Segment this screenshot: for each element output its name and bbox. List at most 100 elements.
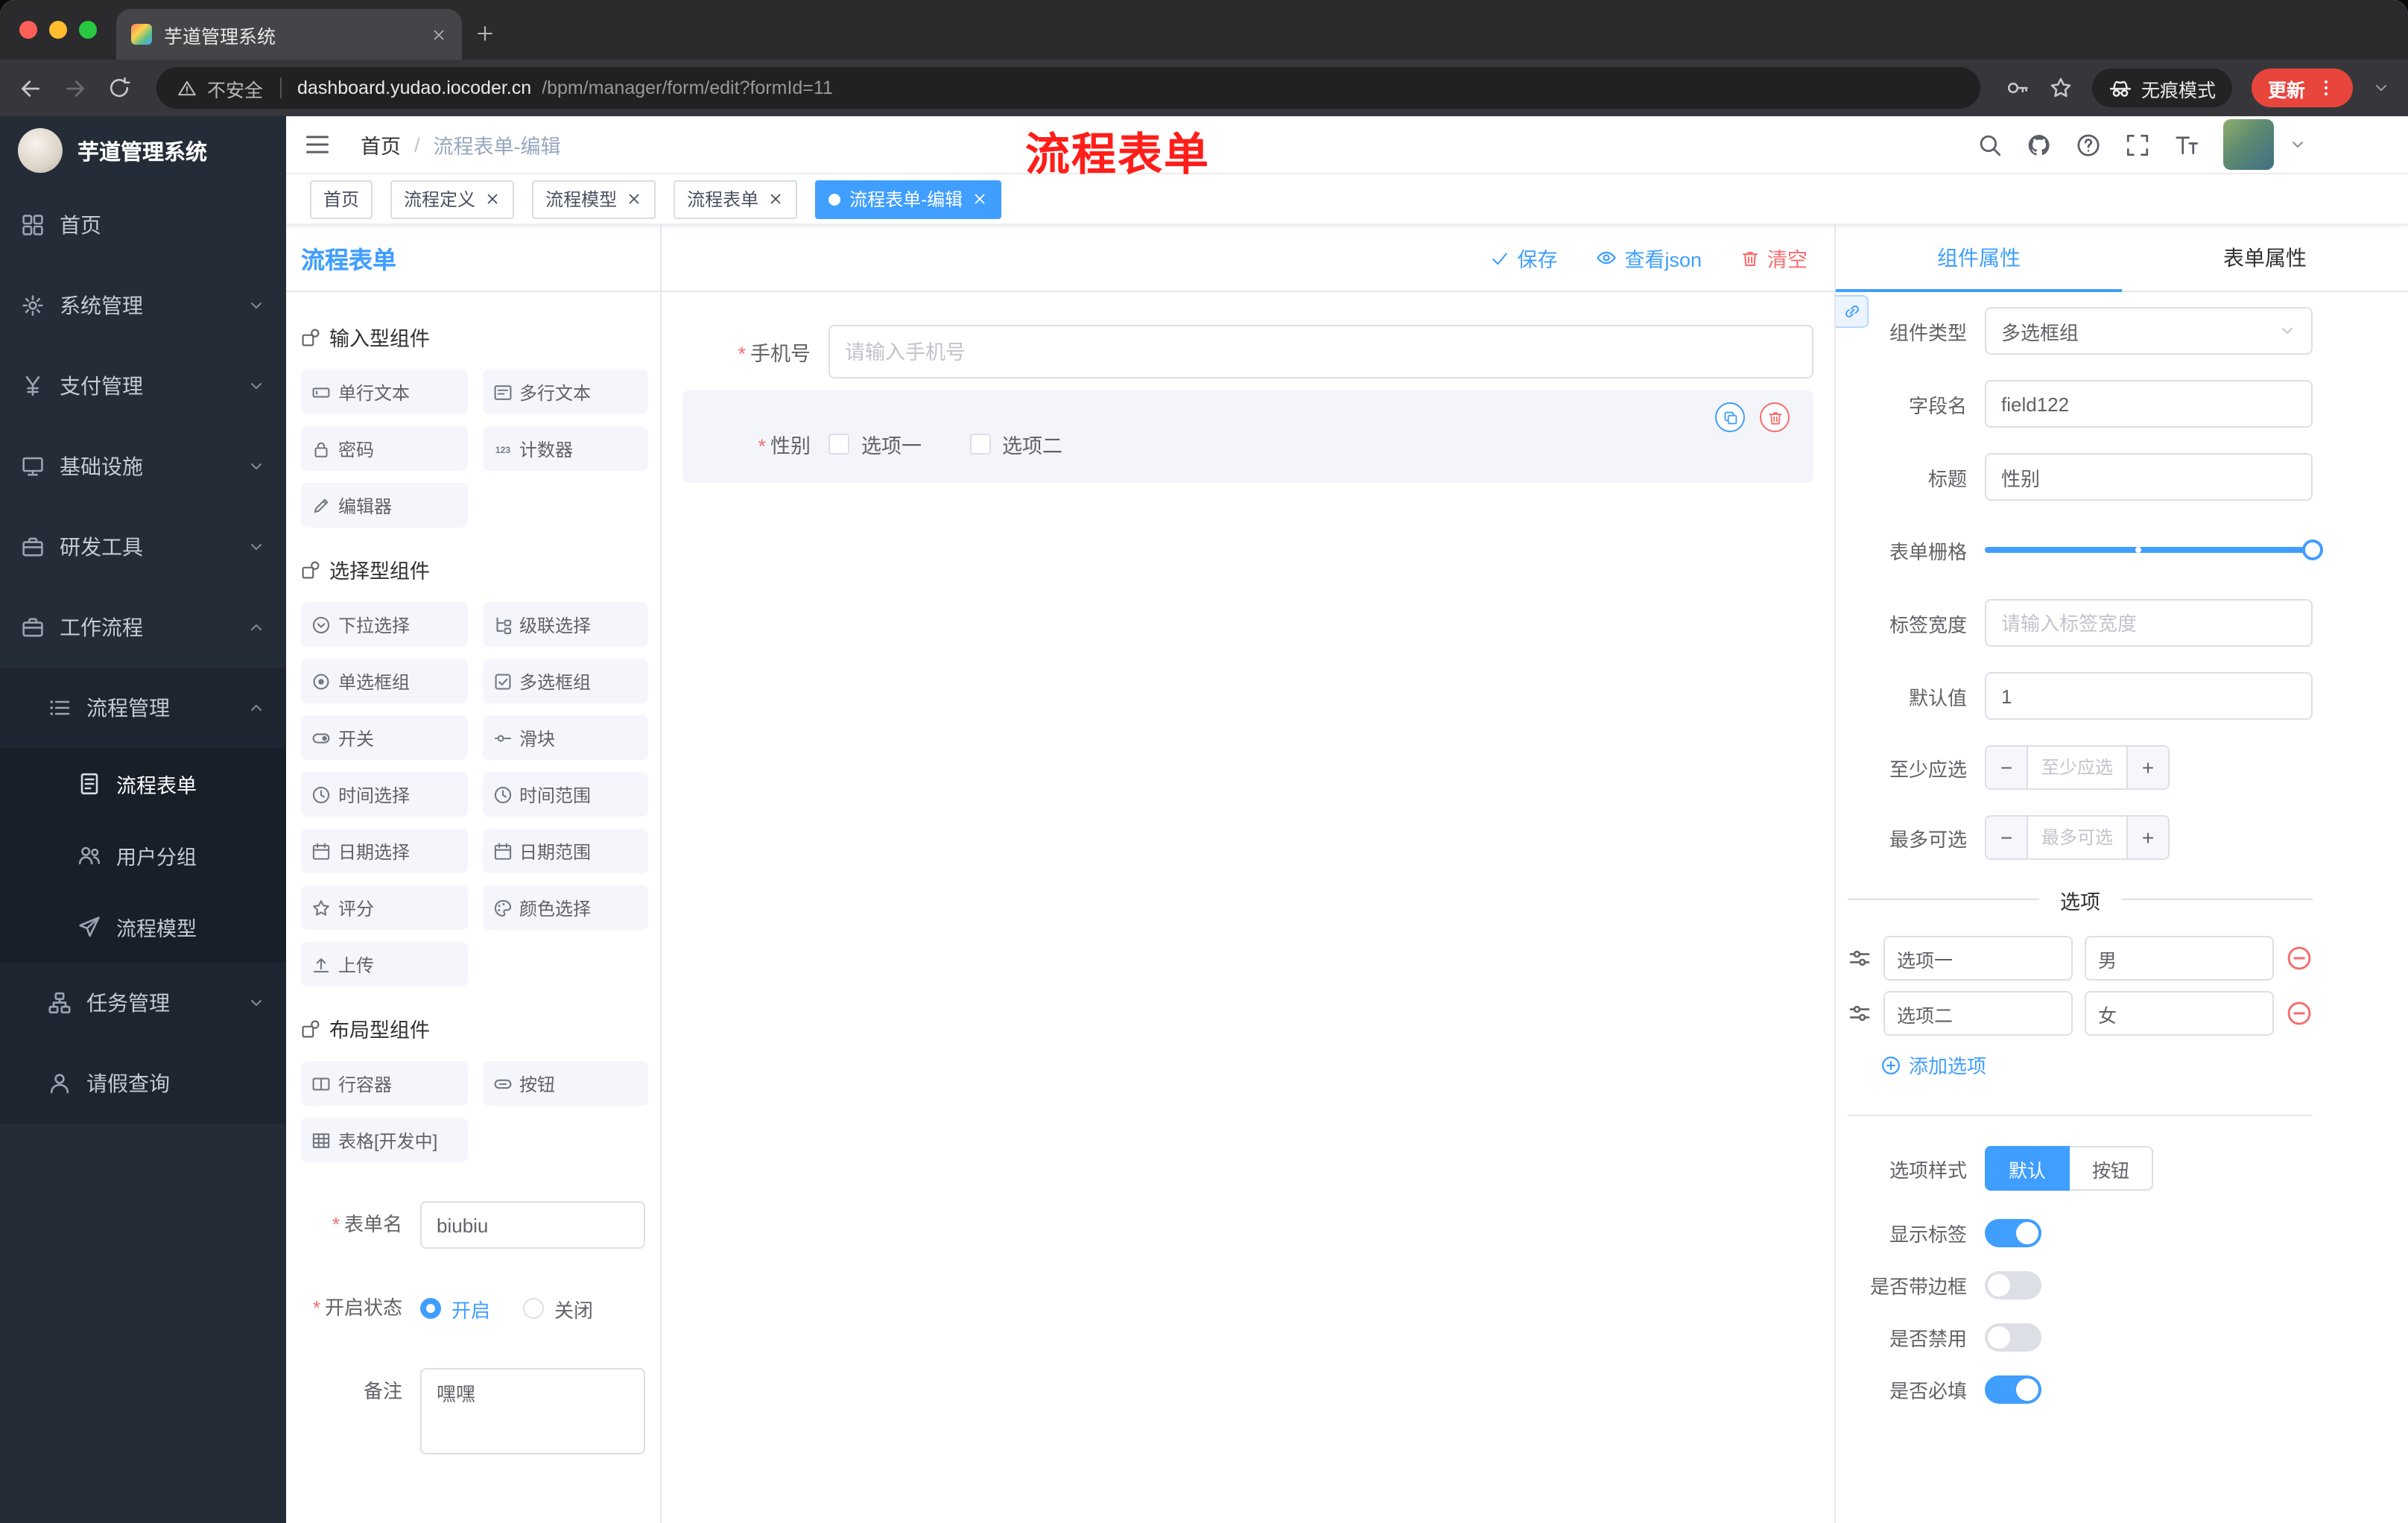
- sidebar-item-task-management[interactable]: 任务管理: [0, 963, 286, 1043]
- tab-form-props[interactable]: 表单属性: [2122, 225, 2408, 291]
- avatar-chevron-icon[interactable]: [2289, 136, 2307, 153]
- form-status-radio-on[interactable]: 开启: [420, 1294, 490, 1323]
- increase-button[interactable]: +: [2126, 747, 2168, 788]
- option-label-input[interactable]: [1883, 991, 2073, 1036]
- sidebar-logo[interactable]: 芋道管理系统: [0, 116, 286, 185]
- gender-widget[interactable]: 性别 选项一 选项二: [682, 390, 1813, 483]
- fullscreen-button[interactable]: [2125, 132, 2150, 157]
- address-bar[interactable]: 不安全 dashboard.yudao.iocoder.cn/bpm/manag…: [156, 67, 1980, 109]
- style-segment-button[interactable]: 按钮: [2070, 1146, 2154, 1191]
- sidebar-item-devtools[interactable]: 研发工具: [0, 507, 286, 587]
- back-button[interactable]: [18, 75, 43, 101]
- hamburger-button[interactable]: [304, 131, 331, 158]
- add-option-button[interactable]: 添加选项: [1881, 1051, 2313, 1079]
- view-json-button[interactable]: 查看json: [1596, 243, 1702, 273]
- form-remark-textarea[interactable]: 嘿嘿: [420, 1368, 645, 1454]
- avatar[interactable]: [2223, 119, 2274, 170]
- sidebar-item-process-management[interactable]: 流程管理: [0, 668, 286, 748]
- max-select-input[interactable]: [2028, 817, 2126, 858]
- form-name-field[interactable]: [420, 1201, 645, 1249]
- palette-item-multi-text[interactable]: 多行文本: [482, 370, 648, 414]
- increase-button[interactable]: +: [2126, 817, 2168, 858]
- tag-close-icon[interactable]: [626, 191, 642, 207]
- tag-close-icon[interactable]: [767, 191, 784, 207]
- palette-item-time-range[interactable]: 时间范围: [482, 772, 648, 817]
- sidebar-item-home[interactable]: 首页: [0, 185, 286, 265]
- palette-item-cascader[interactable]: 级联选择: [482, 602, 648, 647]
- sidebar-item-process-form[interactable]: 流程表单: [0, 748, 286, 820]
- drag-handle-icon[interactable]: [1848, 946, 1872, 970]
- gender-option-1-checkbox[interactable]: 选项一: [828, 429, 922, 459]
- sidebar-item-workflow[interactable]: 工作流程: [0, 587, 286, 668]
- palette-item-single-text[interactable]: 单行文本: [301, 370, 467, 414]
- browser-tab[interactable]: 芋道管理系统: [116, 9, 462, 60]
- palette-item-checkbox-group[interactable]: 多选框组: [482, 659, 648, 703]
- option-value-input[interactable]: [2085, 936, 2274, 981]
- sidebar-item-payment[interactable]: 支付管理: [0, 346, 286, 426]
- palette-item-rate[interactable]: 评分: [301, 885, 467, 930]
- forward-button[interactable]: [63, 75, 88, 101]
- tab-close-icon[interactable]: [431, 26, 447, 42]
- gender-option-2-checkbox[interactable]: 选项二: [969, 429, 1062, 459]
- sidebar-item-infra[interactable]: 基础设施: [0, 426, 286, 507]
- min-select-input[interactable]: [2028, 747, 2126, 788]
- password-key-icon[interactable]: [2006, 76, 2030, 100]
- palette-item-row-container[interactable]: 行容器: [301, 1061, 467, 1106]
- palette-item-select[interactable]: 下拉选择: [301, 602, 467, 647]
- remove-option-button[interactable]: [2286, 945, 2313, 972]
- palette-item-color-picker[interactable]: 颜色选择: [482, 885, 648, 930]
- form-status-radio-off[interactable]: 关闭: [523, 1294, 593, 1323]
- tag-process-model[interactable]: 流程模型: [532, 180, 656, 218]
- delete-widget-button[interactable]: [1760, 402, 1790, 432]
- slider-track[interactable]: [1985, 539, 2323, 560]
- traffic-light-minimize[interactable]: [49, 21, 67, 39]
- component-type-select[interactable]: 多选框组: [1985, 307, 2313, 355]
- security-warning-icon[interactable]: [177, 78, 197, 98]
- form-grid-slider[interactable]: [1985, 526, 2323, 574]
- sidebar-item-process-model[interactable]: 流程模型: [0, 891, 286, 963]
- search-button[interactable]: [1977, 132, 2003, 157]
- decrease-button[interactable]: −: [1986, 747, 2028, 788]
- show-label-switch[interactable]: [1985, 1219, 2041, 1247]
- default-value-input[interactable]: [1985, 672, 2313, 720]
- tab-component-props[interactable]: 组件属性: [1836, 225, 2122, 292]
- border-switch[interactable]: [1985, 1271, 2041, 1299]
- palette-item-upload[interactable]: 上传: [301, 942, 467, 987]
- link-badge[interactable]: [1836, 295, 1869, 328]
- tag-close-icon[interactable]: [972, 191, 988, 207]
- decrease-button[interactable]: −: [1986, 817, 2028, 858]
- help-button[interactable]: [2076, 132, 2101, 157]
- drag-handle-icon[interactable]: [1848, 1001, 1872, 1025]
- tag-home[interactable]: 首页: [310, 180, 373, 218]
- palette-item-radio-group[interactable]: 单选框组: [301, 659, 467, 703]
- breadcrumb-home[interactable]: 首页: [361, 130, 401, 159]
- palette-item-time-picker[interactable]: 时间选择: [301, 772, 467, 817]
- update-button[interactable]: 更新: [2251, 69, 2353, 107]
- traffic-light-zoom[interactable]: [79, 21, 97, 39]
- palette-item-slider[interactable]: 滑块: [482, 715, 648, 760]
- palette-item-switch[interactable]: 开关: [301, 715, 467, 760]
- tag-close-icon[interactable]: [484, 191, 501, 207]
- sidebar-item-system[interactable]: 系统管理: [0, 265, 286, 346]
- phone-input[interactable]: [828, 325, 1813, 379]
- reload-button[interactable]: [107, 76, 131, 100]
- field-name-input[interactable]: [1985, 380, 2313, 428]
- sidebar-item-user-group[interactable]: 用户分组: [0, 820, 286, 891]
- palette-item-counter[interactable]: 计数器: [482, 426, 648, 471]
- palette-item-date-range[interactable]: 日期范围: [482, 829, 648, 873]
- font-size-button[interactable]: [2174, 132, 2199, 157]
- sidebar-item-leave-query[interactable]: 请假查询: [0, 1043, 286, 1124]
- github-button[interactable]: [2027, 132, 2052, 157]
- option-label-input[interactable]: [1883, 936, 2073, 981]
- slider-handle[interactable]: [2302, 539, 2323, 560]
- palette-item-editor[interactable]: 编辑器: [301, 483, 467, 528]
- palette-item-password[interactable]: 密码: [301, 426, 467, 471]
- tag-process-form[interactable]: 流程表单: [674, 180, 798, 218]
- save-button[interactable]: 保存: [1490, 243, 1557, 273]
- kebab-menu-icon[interactable]: [2316, 77, 2336, 98]
- bookmark-star-icon[interactable]: [2049, 76, 2073, 100]
- required-switch[interactable]: [1985, 1375, 2041, 1404]
- option-value-input[interactable]: [2085, 991, 2274, 1036]
- style-segment-default[interactable]: 默认: [1985, 1146, 2070, 1191]
- traffic-light-close[interactable]: [19, 21, 37, 39]
